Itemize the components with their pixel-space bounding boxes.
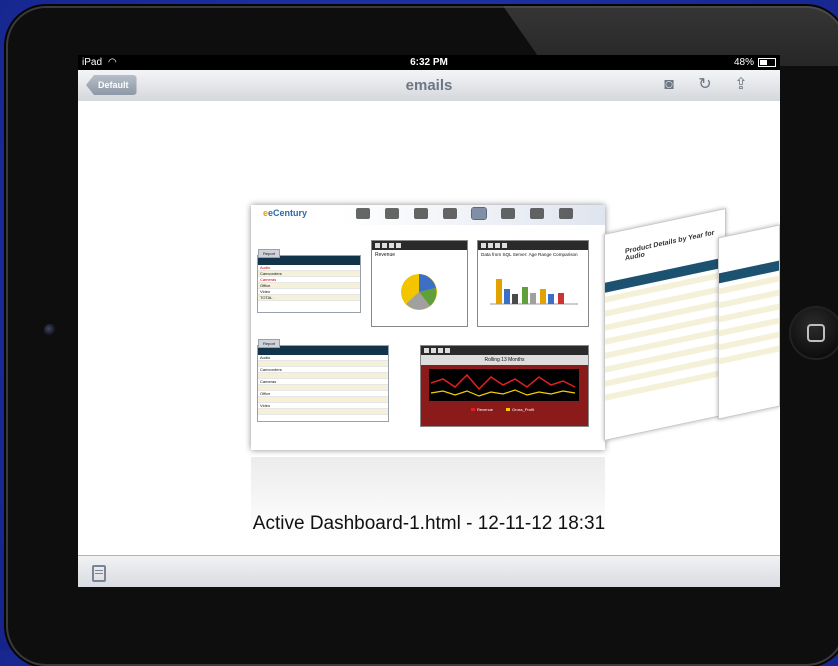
camera-icon[interactable]: ◙ <box>660 76 678 94</box>
carousel-stack[interactable]: Product Details by Year for Audio <box>598 191 780 491</box>
widget-title: Data from SQL Server: Age Range Comparis… <box>481 252 578 257</box>
document-icon[interactable] <box>92 565 106 582</box>
product-icon <box>471 207 487 220</box>
status-time: 6:32 PM <box>410 57 448 68</box>
age-range-widget: Data from SQL Server: Age Range Comparis… <box>477 240 589 327</box>
product-icon <box>501 208 515 219</box>
content-area: eeCentury Report Audio Camcorders Camera… <box>78 101 780 555</box>
report-1: Report Audio Camcorders Cameras Office V… <box>257 249 361 313</box>
widget-toolbar <box>421 346 588 355</box>
legend-label: Revenue <box>477 407 494 412</box>
bar-chart <box>490 279 578 305</box>
product-icon <box>530 208 544 219</box>
legend-label: Gross_Profit <box>512 407 535 412</box>
carousel-page: Product Details by Year for Audio <box>604 208 726 441</box>
widget-toolbar <box>372 241 467 250</box>
share-icon[interactable]: ⇪ <box>732 76 750 94</box>
line-chart: Revenue Gross_Profit <box>429 369 579 412</box>
battery-percent: 48% <box>733 57 754 68</box>
nav-bar: Default emails ◙ ↻ ⇪ <box>78 70 780 102</box>
status-bar: iPad ◠ 6:32 PM 48% <box>78 55 780 70</box>
revenue-pie-widget: Revenue <box>371 240 468 327</box>
bottom-toolbar <box>78 555 780 587</box>
report-2: Report Audio Camcorders Cameras Office V… <box>257 339 389 422</box>
rolling-13-months-widget: Rolling 13 Months Revenue Gross_Profit <box>420 345 589 427</box>
thumbnail-caption: Active Dashboard-1.html - 12-11-12 18:31 <box>252 513 606 534</box>
report-tab: Report <box>258 339 281 348</box>
dashboard-thumbnail[interactable]: eeCentury Report Audio Camcorders Camera… <box>251 205 605 450</box>
product-icon <box>356 208 370 219</box>
widget-title: Rolling 13 Months <box>421 355 588 365</box>
front-camera <box>44 324 56 336</box>
product-icon <box>443 208 457 219</box>
stack-title: Product Details by Year for Audio <box>625 229 715 263</box>
table-row <box>258 409 388 415</box>
refresh-icon[interactable]: ↻ <box>696 76 714 94</box>
carousel-page <box>718 224 780 420</box>
table-row: TOTAL <box>258 295 360 301</box>
home-square-icon <box>807 324 825 342</box>
product-icon <box>414 208 428 219</box>
thumbnail-header: eeCentury <box>251 205 605 225</box>
product-icon <box>385 208 399 219</box>
product-icon <box>559 208 573 219</box>
widget-toolbar <box>478 241 588 250</box>
battery-icon <box>758 58 776 67</box>
widget-title: Revenue <box>375 252 396 258</box>
report-tab: Report <box>258 249 281 258</box>
logo: eeCentury <box>263 208 308 218</box>
home-button[interactable] <box>791 308 838 358</box>
screen: iPad ◠ 6:32 PM 48% Default emails ◙ ↻ ⇪ … <box>78 55 780 587</box>
pie-chart <box>401 274 437 310</box>
